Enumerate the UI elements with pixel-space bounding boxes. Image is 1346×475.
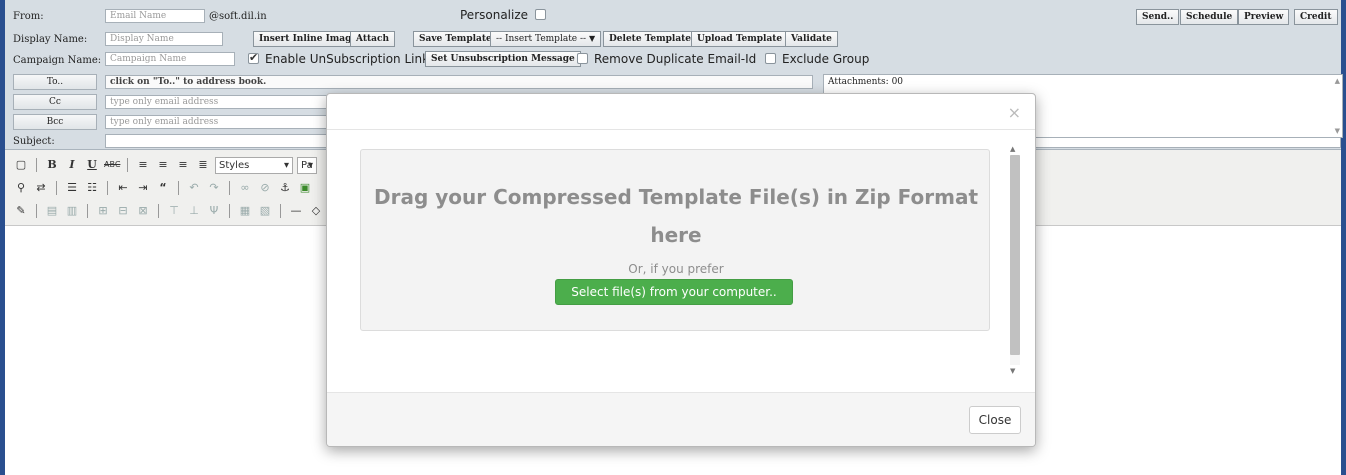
dropzone-title: Drag your Compressed Template File(s) in… xyxy=(373,185,978,247)
scroll-up-arrow-icon[interactable]: ▲ xyxy=(1010,145,1015,153)
file-dropzone[interactable]: Drag your Compressed Template File(s) in… xyxy=(360,149,990,331)
close-button[interactable]: Close xyxy=(969,406,1021,434)
modal-overlay: × Drag your Compressed Template File(s) … xyxy=(5,0,1341,475)
modal-body: Drag your Compressed Template File(s) in… xyxy=(327,131,1035,391)
scroll-down-arrow-icon[interactable]: ▼ xyxy=(1010,367,1015,375)
dropzone-or-text: Or, if you prefer xyxy=(628,262,724,276)
scroll-thumb[interactable] xyxy=(1010,155,1020,355)
select-files-button[interactable]: Select file(s) from your computer.. xyxy=(555,279,793,305)
modal-footer: Close xyxy=(327,392,1035,446)
close-icon[interactable]: × xyxy=(1008,103,1021,122)
upload-template-dialog: × Drag your Compressed Template File(s) … xyxy=(326,93,1036,447)
modal-scrollbar[interactable]: ▲ ▼ xyxy=(1007,145,1021,375)
modal-header: × xyxy=(327,94,1035,130)
